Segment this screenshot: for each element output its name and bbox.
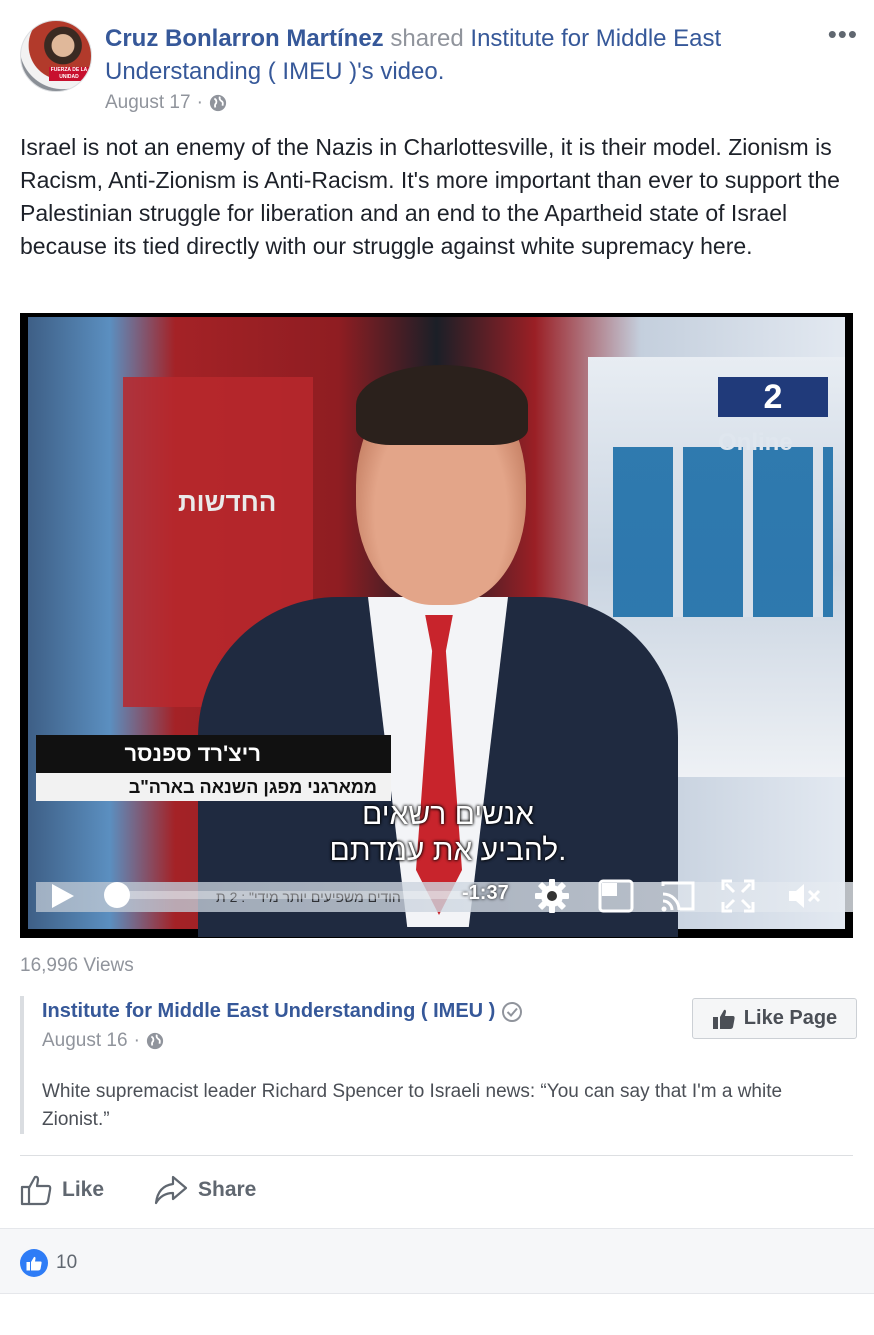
like-button[interactable]: Like — [20, 1174, 104, 1206]
divider — [20, 1155, 853, 1156]
reactions-footer: 10 — [0, 1228, 874, 1294]
shared-post-meta: August 16 · — [42, 1030, 164, 1052]
post-meta: August 17 · — [105, 92, 227, 114]
shared-post-date[interactable]: August 16 — [42, 1030, 128, 1052]
like-page-label: Like Page — [743, 1007, 838, 1029]
reaction-summary[interactable]: 10 — [20, 1249, 77, 1277]
more-options-icon[interactable]: ••• — [828, 21, 858, 47]
video-progress-bar[interactable] — [104, 882, 476, 908]
video-controls: -1:37 — [20, 868, 853, 920]
thumbs-up-icon — [712, 1009, 735, 1029]
progress-knob[interactable] — [104, 882, 130, 908]
share-button[interactable]: Share — [154, 1174, 256, 1206]
play-icon[interactable] — [50, 882, 76, 910]
post-body-text: Israel is not an enemy of the Nazis in C… — [20, 134, 840, 259]
cast-icon[interactable] — [660, 878, 696, 914]
lower-third-name: ריצ'רד ספנסר — [36, 735, 391, 773]
post-actions: Like Share — [20, 1170, 853, 1214]
post-headline: Cruz Bonlarron Martínez shared Institute… — [105, 22, 785, 88]
share-arrow-icon — [154, 1175, 188, 1205]
post-date[interactable]: August 17 — [105, 92, 191, 114]
share-label: Share — [198, 1178, 257, 1201]
video-subtitle: אנשים רשאים להביע את עמדתם. — [308, 797, 588, 869]
gear-icon[interactable] — [534, 878, 570, 914]
time-remaining: -1:37 — [462, 882, 509, 904]
meta-separator: · — [133, 1030, 140, 1051]
channel-online-label: Online — [718, 429, 793, 456]
video-frame: החדשות 2 Online ריצ'רד ספנסר ממארגני מפג… — [28, 317, 853, 937]
view-count: 16,996 Views — [20, 955, 134, 976]
thumbs-up-outline-icon — [20, 1175, 52, 1206]
video-player[interactable]: החדשות 2 Online ריצ'רד ספנסר ממארגני מפג… — [20, 313, 853, 938]
shared-verb: shared — [383, 25, 471, 52]
picture-in-picture-icon[interactable] — [598, 878, 634, 914]
fullscreen-icon[interactable] — [720, 878, 756, 914]
anchor-hair — [356, 365, 528, 445]
meta-separator: · — [196, 92, 203, 113]
subtitle-line-2: להביע את עמדתם. — [329, 834, 567, 867]
avatar-badge: FUERZA DE LA UNIDAD — [49, 67, 89, 81]
avatar[interactable]: FUERZA DE LA UNIDAD — [20, 20, 92, 92]
shared-page-name[interactable]: Institute for Middle East Understanding … — [42, 1000, 495, 1023]
subtitle-line-1: אנשים רשאים — [362, 798, 534, 831]
channel-logo: 2 — [718, 377, 828, 417]
like-reaction-icon — [20, 1249, 48, 1277]
shared-page-title: Institute for Middle East Understanding … — [42, 1000, 523, 1023]
like-label: Like — [62, 1178, 105, 1201]
author-link[interactable]: Cruz Bonlarron Martínez — [105, 25, 384, 52]
post-header: FUERZA DE LA UNIDAD Cruz Bonlarron Martí… — [20, 20, 860, 120]
shared-post: Institute for Middle East Understanding … — [20, 996, 857, 1134]
globe-icon[interactable] — [209, 94, 227, 112]
mute-icon[interactable] — [786, 878, 822, 914]
shared-post-text: White supremacist leader Richard Spencer… — [42, 1081, 783, 1130]
like-page-button[interactable]: Like Page — [692, 998, 857, 1039]
globe-icon[interactable] — [146, 1032, 164, 1050]
reaction-count: 10 — [56, 1252, 78, 1273]
verified-check-icon — [502, 1001, 523, 1022]
